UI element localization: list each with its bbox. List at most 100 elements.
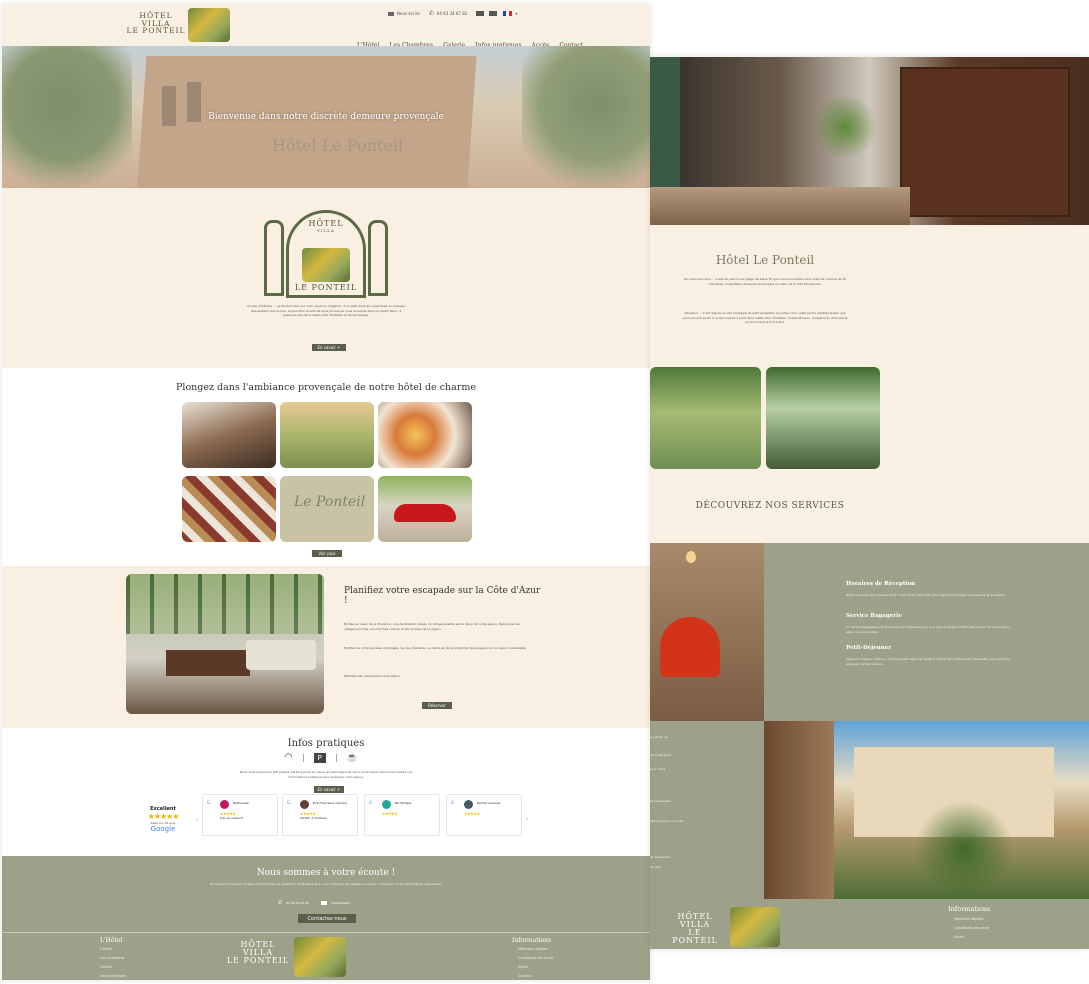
google-rating-badge: Excellent ★★★★★ Basé sur 96 avis Google [138,806,188,833]
infos-more-button[interactable]: En savoir + [314,786,344,793]
side-snippet: pour vivre [650,767,666,771]
contact-details: ✆ 04 93 34 67 82 info@hotel.fr [278,900,351,906]
ambiance-title: Plongez dans l'ambiance provençale de no… [176,382,476,393]
plan-paragraph: Nichée au cœur de la Provence, une desti… [344,622,520,631]
logo-line: LE PONTEIL [294,283,358,292]
review-card[interactable]: G Bw Phillipe ★★★★★ [364,794,440,836]
side-snippet: au jardin de [650,735,668,739]
red-car-photo[interactable] [378,476,472,542]
review-card[interactable]: G Eva Francesca Carrara ★★★★★ Parfait, à… [282,794,358,836]
contact-button[interactable]: Contactez-nous [298,914,356,923]
wifi-icon: ◠ [284,752,293,763]
side-snippet: et promenade [650,799,672,803]
services-section: Horaires de Réception Notre réception es… [650,543,1089,721]
footer-link[interactable]: Accès [954,933,989,942]
side-snippet: de personnes [650,855,671,859]
intro-more-button[interactable]: En savoir + [312,344,346,351]
ambiance-section: Plongez dans l'ambiance provençale de no… [2,368,650,566]
book-button[interactable]: Réserver [422,702,452,709]
google-g-icon: G [451,800,455,805]
phone-icon: ✆ [278,900,283,906]
logo-line: LE PONTEIL [126,26,186,35]
reception-chair-photo [650,543,764,721]
topbar-phone-link[interactable]: 04 93 34 67 82 [437,11,468,16]
hero-title: Bienvenue dans notre discrète demeure pr… [208,112,444,122]
about-section: Hôtel Le Ponteil Qui sommes-nous … C'est… [650,225,1089,543]
review-text: Parfait, à Antibes! [300,816,327,820]
services-title: DÉCOUVREZ NOS SERVICES [695,501,845,511]
about-page-preview-right: Hôtel Le Ponteil Qui sommes-nous … C'est… [650,57,1089,949]
envelope-icon [388,11,394,16]
tiles-photo[interactable] [182,476,276,542]
footer-logo[interactable]: HÔTEL VILLA LE PONTEIL [222,941,294,965]
topbar-email-link[interactable]: Nous écrire [397,11,420,16]
footer-link[interactable]: Conditions de vente [954,924,989,933]
service-title: Service Bagagerie [846,613,902,619]
carousel-prev-icon[interactable]: ‹ [196,816,198,823]
google-logo: Google [150,825,176,833]
plan-paragraph: Profitez de notre terrasse ombragée, de … [344,646,527,650]
terrace-photo[interactable] [766,367,880,469]
footer-link[interactable]: Contact [518,972,553,980]
chevron-down-icon[interactable]: ▾ [515,11,517,16]
contact-email[interactable]: info@hotel.fr [331,901,350,905]
footer-link[interactable]: Accès [518,963,553,972]
bedroom-photo[interactable] [182,402,276,468]
logo-line: HÔTEL [308,219,344,228]
infos-section: Infos pratiques ◠ P ☕ Nous vous proposon… [2,728,650,856]
footer-col-title: Informations [512,937,552,944]
review-author: Eva Francesca Carrara [313,801,347,805]
le-ponteil-sign-photo[interactable]: Le Ponteil [280,476,374,542]
intro-section: HÔTEL VILLA LE PONTEIL Un peu d'histoire… [2,188,650,368]
plan-title: Planifiez votre escapade sur la Côte d'A… [344,586,541,606]
carousel-next-icon[interactable]: › [526,816,528,823]
infos-title: Infos pratiques [287,738,365,749]
right-shutter-icon [368,220,388,296]
logo-line: LE PONTEIL [226,956,290,965]
infos-paragraph: Nous vous proposons wifi gratuit, parkin… [239,770,413,779]
service-title: Horaires de Réception [846,581,916,587]
facebook-icon[interactable] [476,11,485,16]
villa-illustration-icon [188,8,230,42]
avatar [220,800,229,809]
header-logo[interactable]: HÔTEL VILLA LE PONTEIL [124,12,188,35]
footer-link[interactable]: L'Hôtel [100,945,126,954]
topbar: Nous écrire ✆ 04 93 34 67 82 ▾ [388,10,517,17]
footer-col-title: Informations [948,905,991,913]
site-header: HÔTEL VILLA LE PONTEIL Nous écrire ✆ 04 … [2,4,650,49]
review-author: Nathanaël [233,801,249,805]
review-text: très accueillant [220,816,244,820]
footer-link[interactable]: Galerie [100,963,126,972]
living-room-photo[interactable] [126,574,324,714]
side-text-panel: au jardin de de toute sorte pour vivre e… [650,721,764,899]
site-footer: L'Hôtel L'Hôtel Les Chambres Galerie Inf… [2,932,650,980]
villa-illustration-icon [294,937,346,977]
contact-paragraph: Nous serons heureux de répondre à toutes… [209,882,443,886]
language-flag-icon[interactable] [503,11,513,16]
gallery-more-button[interactable]: Voir plus [312,550,342,557]
contact-phone[interactable]: 04 93 34 67 82 [286,901,309,905]
contact-section: Nous sommes à votre écoute ! Nous serons… [2,856,650,932]
review-card[interactable]: G Nathanaël ★★★★★ très accueillant [202,794,278,836]
footer-links: Mentions légales Conditions de vente Acc… [954,915,989,942]
coffee-cup-icon: ☕ [346,752,358,763]
garden-photo[interactable] [650,367,761,469]
instagram-icon[interactable] [489,11,498,16]
footer-logo[interactable]: HÔTEL VILLA LE PONTEIL [670,913,720,945]
amenities-icons: ◠ P ☕ [284,752,358,763]
service-title: Petit-Déjeuner [846,645,892,651]
villa-garden-photo[interactable] [280,402,374,468]
footer-link[interactable]: Les Chambres [100,954,126,963]
service-text: Savourez chaque matin un délicieux petit… [846,657,1010,666]
logo-line: VILLA [317,228,335,233]
rating-stars: ★★★★★ [147,812,180,821]
villa-illustration-icon [302,248,350,282]
footer-link[interactable]: Conditions de vente [518,954,553,963]
footer-link[interactable]: Mentions légales [954,915,989,924]
footer-link[interactable]: Mentions légales [518,945,553,954]
intro-paragraph: Un peu d'histoire … Le Ponteil tient son… [246,304,406,318]
footer-link[interactable]: Infos pratiques [100,972,126,980]
breakfast-photo[interactable] [378,402,472,468]
review-card[interactable]: G Rachid Lucenas ★★★★★ [446,794,522,836]
villa-exterior-photo [764,721,1089,899]
